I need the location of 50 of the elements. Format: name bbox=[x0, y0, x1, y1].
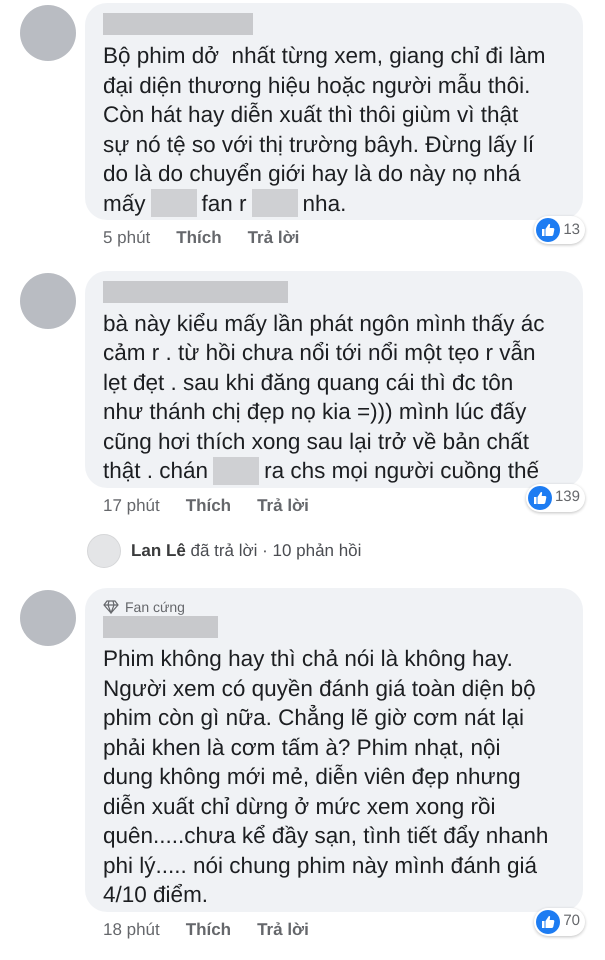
comment-text: Người xem có quyền đánh giá toàn diện bộ bbox=[103, 674, 536, 703]
comment-text: cảm r . từ hồi chưa nổi tới nổi một tẹo r vẫn bbox=[103, 339, 536, 367]
reply-link[interactable]: Trả lời bbox=[257, 916, 309, 942]
comment-text: lẹt đẹt . sau khi đăng quang cái thì đc tôn bbox=[103, 368, 514, 397]
comment-text: mấy bbox=[103, 190, 146, 218]
comment-text: nha. bbox=[302, 190, 346, 218]
comment-time: 5 phút bbox=[103, 227, 150, 249]
reply-link[interactable]: Trả lời bbox=[257, 492, 309, 518]
replies-summary: Lan Lê đã trả lời · 10 phản hồi bbox=[131, 540, 362, 562]
comment-text: như thánh chị đẹp nọ kia =))) mình lúc đấy bbox=[103, 398, 526, 426]
comment-text: Còn hát hay diễn xuất thì thôi giùm vì thật bbox=[103, 101, 518, 129]
comment-time: 17 phút bbox=[103, 494, 160, 516]
reaction-count: 139 bbox=[554, 487, 580, 508]
reaction-pill[interactable]: 13 bbox=[534, 216, 585, 244]
reply-link[interactable]: Trả lời bbox=[248, 225, 300, 250]
like-icon bbox=[528, 486, 552, 510]
comment-text: thật . chán bbox=[103, 457, 208, 485]
like-link[interactable]: Thích bbox=[186, 492, 232, 518]
comment-text: dung không mới mẻ, diễn viên đẹp nhưng bbox=[103, 763, 521, 791]
like-link[interactable]: Thích bbox=[186, 916, 232, 942]
comment-text: phải khen là cơm tấm à? Phim nhạt, nội bbox=[103, 734, 500, 762]
comment-text: đại diện thương hiệu hoặc người mẫu thôi. bbox=[103, 72, 530, 100]
reaction-pill[interactable]: 70 bbox=[534, 908, 585, 936]
comment-text: do là do chuyển giới hay là do này nọ nhá bbox=[103, 160, 521, 188]
comment-time: 18 phút bbox=[103, 918, 160, 940]
comment-text: fan r bbox=[202, 190, 247, 218]
comment-text: ra chs mọi người cuồng thế bbox=[264, 457, 540, 485]
comment-text: Phim không hay thì chả nói là không hay. bbox=[103, 645, 513, 673]
blurred-word bbox=[150, 189, 197, 218]
comment-text: diễn xuất chỉ dừng ở mức xem xong rồi bbox=[103, 792, 496, 821]
avatar-placeholder bbox=[87, 534, 121, 568]
view-replies-link[interactable]: Lan Lê đã trả lời · 10 phản hồi bbox=[85, 534, 583, 568]
reaction-count: 13 bbox=[563, 220, 580, 240]
like-icon bbox=[536, 218, 560, 242]
blurred-word bbox=[213, 456, 260, 485]
comment-text: bà này kiểu mấy lần phát ngôn mình thấy ác bbox=[103, 310, 545, 338]
badge-label: Fan cứng bbox=[125, 598, 185, 616]
like-link[interactable]: Thích bbox=[176, 225, 222, 250]
comment-text: Bộ phim dở nhất từng xem, giang chỉ đi làm bbox=[103, 42, 546, 70]
comment-text: phim còn gì nữa. Chẳng lẽ giờ cơm nát lại bbox=[103, 704, 524, 732]
like-icon bbox=[536, 910, 560, 934]
comment-text: 4/10 điểm. bbox=[103, 881, 208, 909]
reaction-count: 70 bbox=[563, 911, 580, 932]
comment-text: quên.....chưa kể đầy sạn, tình tiết đẩy nhanh bbox=[103, 822, 548, 850]
comment-text: phi lý..... nói chung phim này mình đánh giá bbox=[103, 852, 538, 880]
comment-text: sự nó tệ so với thị trường bâyh. Đừng lấy lí bbox=[103, 130, 534, 159]
comment-text: cũng hơi thích xong sau lại trở về bản chất bbox=[103, 428, 530, 456]
reaction-pill[interactable]: 139 bbox=[526, 484, 585, 512]
blurred-word bbox=[252, 189, 298, 218]
diamond-icon bbox=[103, 600, 119, 614]
